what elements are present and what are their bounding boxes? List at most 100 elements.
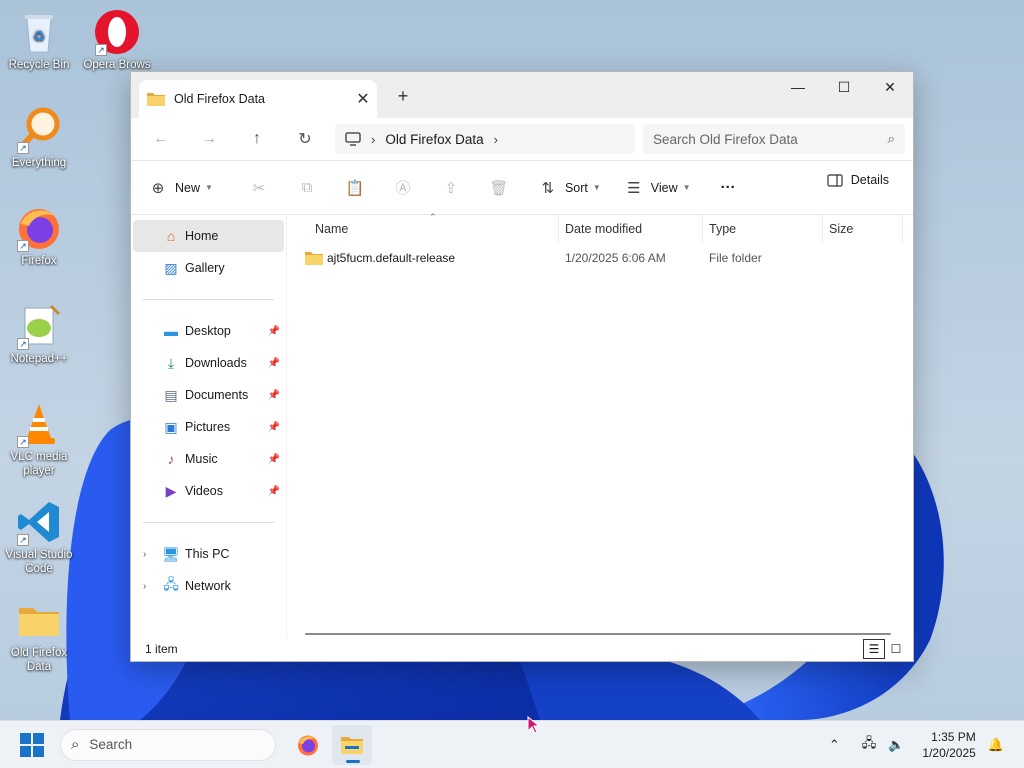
shortcut-arrow-icon: ↗ xyxy=(17,436,29,448)
breadcrumb-item[interactable]: Old Firefox Data xyxy=(385,132,483,147)
desktop-icon-old-firefox-data[interactable]: Old Firefox Data xyxy=(0,596,78,674)
start-windows-icon[interactable] xyxy=(20,732,44,757)
maximize-button[interactable]: ☐ xyxy=(821,72,867,102)
up-button[interactable]: ↑ xyxy=(233,123,281,155)
refresh-button[interactable]: ↻ xyxy=(281,123,329,155)
minimize-button[interactable]: — xyxy=(775,72,821,102)
vlc-icon: ↗ xyxy=(15,400,63,448)
status-bar: 1 item ☰ ☐ xyxy=(131,637,913,661)
sidebar-item-label: Downloads xyxy=(185,356,247,370)
paste-icon[interactable]: 📋 xyxy=(331,179,379,197)
more-options-button[interactable]: ··· xyxy=(721,172,736,204)
delete-icon[interactable]: 🗑 xyxy=(475,179,523,197)
desktop-icon-everything[interactable]: ↗ Everything xyxy=(0,106,78,170)
clock[interactable]: 1:35 PM 1/20/2025 xyxy=(922,729,975,761)
horizontal-scrollbar[interactable] xyxy=(305,633,891,635)
file-date: 1/20/2025 6:06 AM xyxy=(565,251,666,265)
clock-time: 1:35 PM xyxy=(931,730,976,744)
taskbar: ⌕ Search ⌃ 🖧 🔈 1:35 PM 1/20/2025 🔔 xyxy=(0,720,1024,768)
desktop-icon-vlc[interactable]: ↗ VLC media player xyxy=(0,400,78,478)
view-toggles: ☰ ☐ xyxy=(863,639,907,659)
tab-title: Old Firefox Data xyxy=(174,92,266,106)
svg-text:♻: ♻ xyxy=(33,29,46,45)
column-header-size[interactable]: Size xyxy=(823,214,903,244)
pin-icon[interactable]: 📌 xyxy=(268,454,280,465)
folder-icon xyxy=(147,93,165,106)
sidebar-item-music[interactable]: ♪ Music 📌 xyxy=(131,443,286,475)
column-header-name[interactable]: Name xyxy=(287,214,559,244)
file-explorer-window: Old Firefox Data ✕ + — ☐ ✕ ← → ↑ ↻ › Old… xyxy=(130,71,914,662)
chevron-down-icon: ▼ xyxy=(205,183,213,192)
sidebar-item-documents[interactable]: ▤ Documents 📌 xyxy=(131,379,286,411)
taskbar-search-box[interactable]: ⌕ Search xyxy=(60,728,276,761)
rename-icon[interactable]: Ⓐ xyxy=(379,177,427,198)
pin-icon[interactable]: 📌 xyxy=(268,390,280,401)
pin-icon[interactable]: 📌 xyxy=(268,326,280,337)
tab-old-firefox-data[interactable]: Old Firefox Data ✕ xyxy=(139,80,377,118)
refresh-icon: ↻ xyxy=(298,131,312,148)
network-status-icon[interactable]: 🖧 xyxy=(862,734,877,756)
sidebar-item-videos[interactable]: ▶ Videos 📌 xyxy=(131,475,286,507)
chevron-right-icon[interactable]: › xyxy=(494,132,498,147)
tiles-view-icon[interactable]: ☐ xyxy=(885,639,907,659)
new-tab-button[interactable]: + xyxy=(389,84,417,110)
clock-date: 1/20/2025 xyxy=(922,746,976,760)
back-button[interactable]: ← xyxy=(137,123,185,155)
desktop-icon-recycle-bin[interactable]: ♻ Recycle Bin xyxy=(0,8,78,72)
chevron-up-icon[interactable]: ⌃ xyxy=(829,737,840,753)
forward-button[interactable]: → xyxy=(185,123,233,155)
active-indicator xyxy=(346,759,360,763)
home-icon: ⌂ xyxy=(166,228,176,244)
taskbar-app-file-explorer[interactable] xyxy=(332,724,372,765)
share-icon[interactable]: ⇪ xyxy=(427,179,475,197)
desktop-icon-firefox[interactable]: ↗ Firefox xyxy=(0,204,78,268)
pictures-icon: ▣ xyxy=(164,418,178,435)
sort-label: Sort xyxy=(564,180,588,195)
music-icon: ♪ xyxy=(167,451,175,467)
taskbar-app-firefox[interactable] xyxy=(288,725,328,765)
column-header-type[interactable]: Type xyxy=(703,214,823,244)
chevron-right-icon[interactable]: › xyxy=(143,549,146,560)
sidebar-item-gallery[interactable]: ▨ Gallery xyxy=(131,252,286,284)
desktop-folder-icon: ▬ xyxy=(164,323,178,339)
desktop-icon-label: VLC media player xyxy=(10,451,68,477)
copy-icon[interactable]: ⧉ xyxy=(283,179,331,196)
address-bar[interactable]: › Old Firefox Data › xyxy=(335,124,635,154)
everything-search-icon: ↗ xyxy=(15,106,63,154)
desktop-icon-notepadpp[interactable]: ↗ Notepad++ xyxy=(0,302,78,366)
new-button[interactable]: ⊕ New ▼ xyxy=(149,172,213,204)
pin-icon[interactable]: 📌 xyxy=(268,422,280,433)
sidebar-item-downloads[interactable]: ⤓ Downloads 📌 xyxy=(131,347,286,379)
column-header-date[interactable]: Date modified xyxy=(559,214,703,244)
details-button[interactable]: Details xyxy=(827,173,889,187)
search-icon: ⌕ xyxy=(887,131,895,146)
cut-icon[interactable]: ✂ xyxy=(235,179,283,197)
file-explorer-icon xyxy=(341,736,363,754)
close-button[interactable]: ✕ xyxy=(867,72,913,102)
chevron-right-icon[interactable]: › xyxy=(143,581,146,592)
table-row[interactable]: ajt5fucm.default-release 1/20/2025 6:06 … xyxy=(287,244,913,272)
tab-close-button[interactable]: ✕ xyxy=(349,89,377,109)
downloads-icon: ⤓ xyxy=(167,354,175,371)
desktop-icon-vscode[interactable]: ↗ Visual Studio Code xyxy=(0,498,78,576)
details-view-icon[interactable]: ☰ xyxy=(863,639,885,659)
pin-icon[interactable]: 📌 xyxy=(268,486,280,497)
chevron-down-icon: ▼ xyxy=(682,183,691,192)
search-placeholder: Search Old Firefox Data xyxy=(653,131,798,147)
sort-button[interactable]: ⇅ Sort ▼ xyxy=(539,172,601,204)
sidebar-item-this-pc[interactable]: › 🖥 This PC xyxy=(131,538,286,570)
search-box[interactable]: Search Old Firefox Data ⌕ xyxy=(643,124,905,154)
volume-icon[interactable]: 🔈 xyxy=(888,737,904,753)
sidebar-item-pictures[interactable]: ▣ Pictures 📌 xyxy=(131,411,286,443)
desktop-icon-opera[interactable]: ↗ Opera Brows xyxy=(78,8,156,72)
view-label: View xyxy=(650,180,678,195)
firefox-icon xyxy=(298,735,318,755)
shortcut-arrow-icon: ↗ xyxy=(17,338,29,350)
pin-icon[interactable]: 📌 xyxy=(268,358,280,369)
view-button[interactable]: ☰ View ▼ xyxy=(625,172,691,204)
sidebar-item-home[interactable]: ⌂ Home xyxy=(133,220,284,252)
sidebar-item-network[interactable]: › 🖧 Network xyxy=(131,570,286,602)
sidebar-item-label: Home xyxy=(185,229,219,243)
notifications-bell-icon[interactable]: 🔔 xyxy=(988,737,1004,753)
sidebar-item-desktop[interactable]: ▬ Desktop 📌 xyxy=(131,315,286,347)
